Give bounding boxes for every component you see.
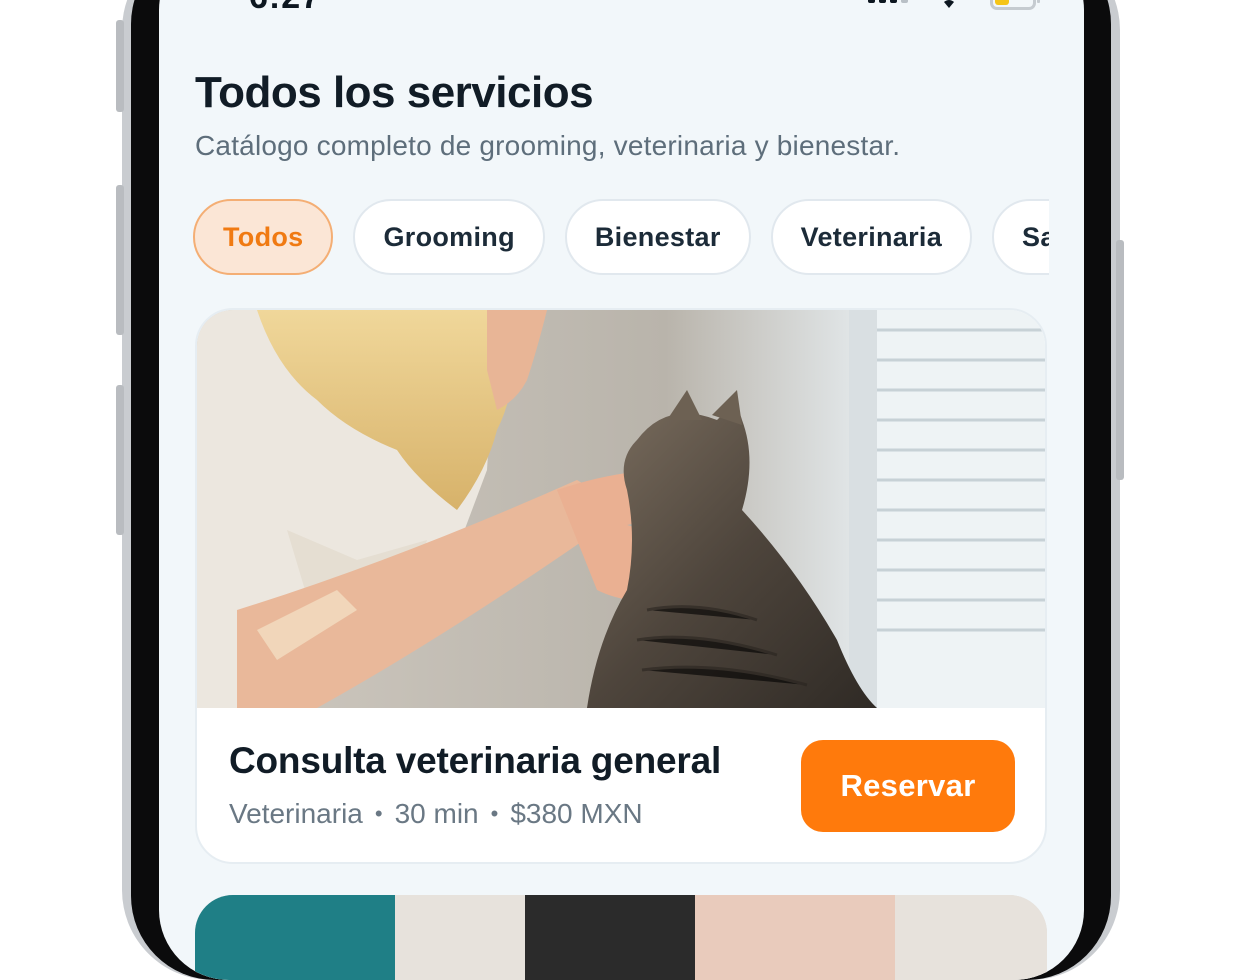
mute-switch bbox=[116, 20, 124, 112]
next-service-card[interactable] bbox=[195, 895, 1047, 980]
page-title: Todos los servicios bbox=[195, 68, 594, 117]
next-service-photo bbox=[195, 895, 1047, 980]
status-time: 6:27 bbox=[249, 0, 321, 17]
service-category: Veterinaria bbox=[229, 798, 363, 829]
service-title: Consulta veterinaria general bbox=[229, 740, 722, 781]
separator-dot: • bbox=[490, 801, 499, 826]
service-price: $380 MXN bbox=[510, 798, 643, 829]
power-button bbox=[1116, 240, 1124, 480]
service-card[interactable]: Consulta veterinaria general Veterinaria… bbox=[195, 308, 1047, 864]
service-meta: Veterinaria • 30 min • $380 MXN bbox=[229, 798, 643, 830]
app-screen: 6:27 Todos los servicios Catálogo comple… bbox=[159, 0, 1084, 980]
wifi-icon bbox=[944, 0, 954, 8]
volume-up-button bbox=[116, 185, 124, 335]
battery-icon bbox=[990, 0, 1040, 10]
volume-down-button bbox=[116, 385, 124, 535]
service-photo bbox=[197, 310, 1045, 708]
page-subtitle: Catálogo completo de grooming, veterinar… bbox=[195, 130, 901, 161]
chip-grooming[interactable]: Grooming bbox=[353, 199, 545, 275]
chip-todos[interactable]: Todos bbox=[193, 199, 334, 275]
signal-icon bbox=[868, 0, 908, 3]
service-duration: 30 min bbox=[394, 798, 479, 829]
chip-salud[interactable]: Salud bbox=[992, 199, 1049, 275]
category-filter-chips: Todos Grooming Bienestar Veterinaria Sal… bbox=[193, 195, 1049, 279]
chip-veterinaria[interactable]: Veterinaria bbox=[770, 199, 973, 275]
reserve-button[interactable]: Reservar bbox=[801, 740, 1015, 832]
status-icons bbox=[868, 0, 1040, 10]
separator-dot: • bbox=[374, 801, 383, 826]
chip-bienestar[interactable]: Bienestar bbox=[564, 199, 751, 275]
